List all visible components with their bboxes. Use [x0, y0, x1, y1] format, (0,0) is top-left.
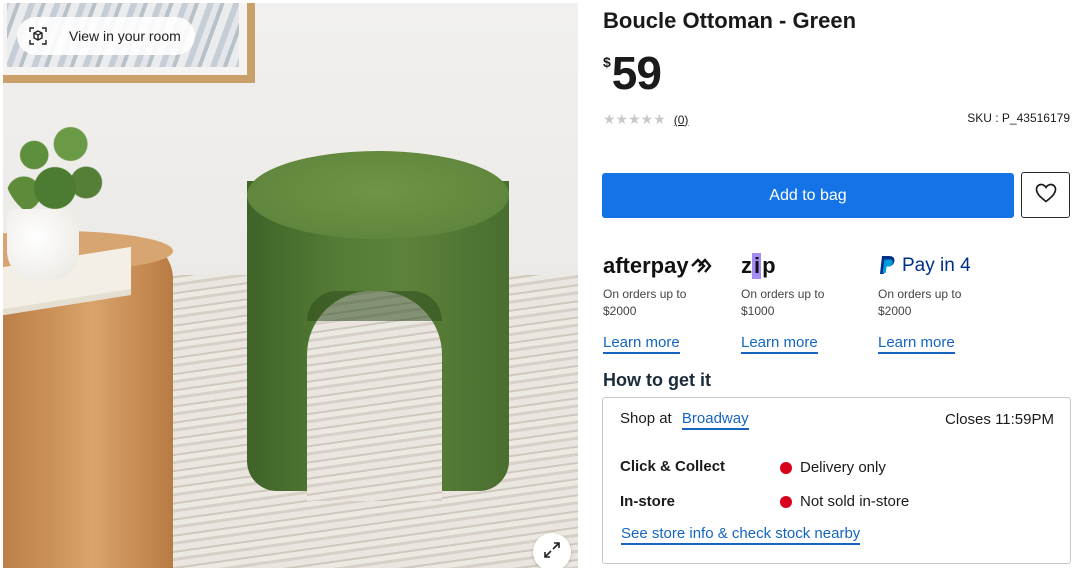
wishlist-button[interactable]: [1021, 172, 1070, 218]
rating-summary: ★★★★★ (0): [603, 111, 688, 128]
payment-option-zip: zip zip On orders up to$1000 Learn more: [741, 252, 871, 354]
store-closing-time: Closes 11:59PM: [945, 411, 1054, 428]
how-to-get-it-heading: How to get it: [603, 370, 711, 390]
image-plant: [3, 111, 107, 221]
afterpay-note: On orders up to $2000: [603, 287, 687, 318]
ar-cube-icon: [29, 27, 47, 45]
paypal-learn-more-link[interactable]: Learn more: [878, 334, 955, 354]
payment-option-paypal: Pay in 4 On orders up to $2000 Learn more: [878, 252, 1008, 354]
status-dot-icon: [780, 495, 792, 508]
image-ottoman: [247, 151, 509, 501]
expand-arrows-icon: [543, 541, 561, 564]
review-count-link[interactable]: (0): [674, 113, 689, 127]
paypal-pay-in-4-label: Pay in 4: [902, 255, 971, 276]
click-collect-label: Click & Collect: [620, 458, 726, 475]
add-to-bag-button[interactable]: Add to bag: [602, 173, 1014, 218]
image-plant-pot: [7, 209, 79, 281]
expand-image-button[interactable]: [533, 533, 571, 568]
afterpay-learn-more-link[interactable]: Learn more: [603, 334, 680, 354]
star-rating-icon: ★★★★★: [603, 111, 666, 127]
store-info-stock-link[interactable]: See store info & check stock nearby: [621, 525, 861, 545]
paypal-logo: Pay in 4: [878, 252, 1008, 280]
store-name-link[interactable]: Broadway: [681, 410, 749, 430]
in-store-status: Not sold in-store: [780, 493, 909, 510]
store-availability-panel: Shop at Broadway Closes 11:59PM Click & …: [602, 397, 1071, 564]
click-collect-status: Delivery only: [780, 459, 886, 476]
price-currency: $: [603, 54, 611, 70]
zip-learn-more-link[interactable]: Learn more: [741, 334, 818, 354]
status-dot-icon: [780, 461, 792, 474]
afterpay-logo: afterpay: [603, 252, 733, 280]
heart-outline-icon: [1035, 183, 1057, 208]
product-sku: SKU : P_43516179: [967, 111, 1070, 125]
price-amount: 59: [611, 47, 662, 99]
view-in-room-label: View in your room: [69, 28, 181, 44]
shop-at-label: Shop at: [620, 410, 672, 427]
product-title: Boucle Ottoman - Green: [603, 8, 857, 33]
shop-at: Shop at Broadway: [620, 410, 749, 430]
view-in-room-button[interactable]: View in your room: [17, 17, 195, 55]
payment-option-afterpay: afterpay On orders up to $2000 Learn more: [603, 252, 733, 354]
in-store-label: In-store: [620, 493, 676, 510]
paypal-note: On orders up to $2000: [878, 287, 962, 318]
product-image[interactable]: View in your room: [3, 3, 578, 568]
zip-note: On orders up to $1000: [741, 287, 825, 318]
zip-logo: zip zip: [741, 253, 776, 279]
product-price: $ 59: [603, 47, 662, 99]
